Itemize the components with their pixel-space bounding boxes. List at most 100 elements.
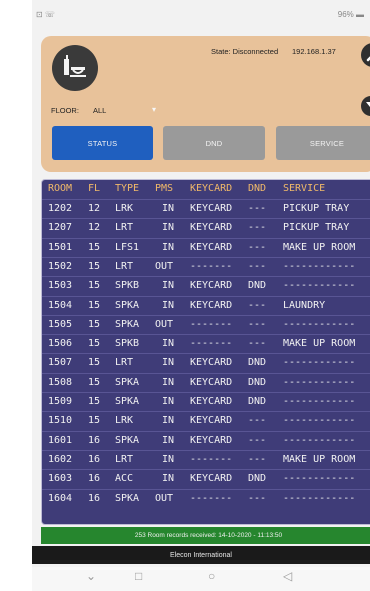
back-triangle-icon[interactable]: ◁ [283, 569, 292, 583]
cell-service: ------------ [283, 492, 356, 504]
cell-room: 1202 [48, 203, 73, 214]
cell-type: LRT [115, 357, 134, 369]
cell-keycard: KEYCARD [190, 415, 233, 427]
table-row[interactable]: 1507 15 LRT IN KEYCARD DND ------------ [42, 353, 370, 372]
cell-pms: OUT [155, 260, 174, 272]
cell-floor: 15 [88, 260, 101, 272]
home-circle-icon[interactable]: ○ [208, 569, 215, 583]
table-row[interactable]: 1502 15 LRT OUT ------- --- ------------ [42, 256, 370, 276]
cell-service: ------------ [283, 318, 356, 330]
cell-dnd: --- [248, 415, 267, 427]
cell-keycard: KEYCARD [190, 434, 233, 446]
cell-keycard: ------- [190, 260, 233, 272]
cell-keycard: KEYCARD [190, 222, 233, 234]
cell-dnd: --- [248, 492, 267, 504]
cell-room: 1506 [48, 338, 73, 350]
cell-pms: IN [162, 453, 175, 465]
cell-floor: 16 [88, 453, 101, 465]
cell-service: ------------ [283, 396, 356, 407]
cell-service: ------------ [283, 473, 356, 485]
filter-icon[interactable] [361, 96, 370, 116]
cell-service: ------------ [283, 280, 356, 292]
settings-wrench-icon[interactable] [361, 43, 370, 67]
cell-room: 1501 [48, 241, 73, 253]
table-row[interactable]: 1602 16 LRT IN ------- --- MAKE UP ROOM [42, 449, 370, 469]
table-row[interactable]: 1207 12 LRT IN KEYCARD --- PICKUP TRAY [42, 218, 370, 237]
cell-service: LAUNDRY [283, 299, 326, 311]
nav-down-icon[interactable]: ⌄ [86, 569, 96, 583]
table-row[interactable]: 1503 15 SPKB IN KEYCARD DND ------------ [42, 276, 370, 295]
table-row[interactable]: 1504 15 SPKA IN KEYCARD --- LAUNDRY [42, 295, 370, 315]
cell-room: 1508 [48, 376, 73, 388]
cell-room: 1510 [48, 415, 73, 427]
cell-pms: IN [162, 415, 175, 427]
cell-keycard: KEYCARD [190, 473, 233, 485]
cell-service: ------------ [283, 415, 356, 427]
cell-type: LRT [115, 260, 134, 272]
cell-service: MAKE UP ROOM [283, 241, 356, 253]
cell-pms: IN [162, 280, 175, 292]
status-button[interactable]: STATUS [52, 126, 153, 160]
android-nav-bar: ⌄ □ ○ ◁ [32, 567, 370, 591]
cell-service: ------------ [283, 357, 356, 369]
column-header-floor: FL [88, 183, 101, 194]
table-row[interactable]: 1604 16 SPKA OUT ------- --- ------------ [42, 488, 370, 508]
cell-service: ------------ [283, 434, 356, 446]
cell-type: LRK [115, 203, 134, 214]
cell-type: LRT [115, 222, 134, 234]
control-panel: State: Disconnected 192.168.1.37 FLOOR: … [41, 36, 370, 172]
cell-room: 1503 [48, 280, 73, 292]
cell-keycard: ------- [190, 338, 233, 350]
cell-keycard: KEYCARD [190, 299, 233, 311]
cell-room: 1601 [48, 434, 73, 446]
cell-floor: 15 [88, 241, 101, 253]
cell-keycard: KEYCARD [190, 376, 233, 388]
table-row[interactable]: 1505 15 SPKA OUT ------- --- ------------ [42, 314, 370, 334]
cell-dnd: DND [248, 357, 267, 369]
cell-keycard: KEYCARD [190, 396, 233, 407]
cell-dnd: DND [248, 376, 267, 388]
floor-label: FLOOR: [51, 106, 79, 115]
cell-dnd: DND [248, 396, 267, 407]
cell-floor: 15 [88, 338, 101, 350]
device-screen: ⊡ ☏ 96% ▬ State: Disconnected 192.168.1.… [32, 0, 370, 591]
cell-room: 1505 [48, 318, 73, 330]
cell-pms: IN [162, 473, 175, 485]
cell-service: PICKUP TRAY [283, 203, 350, 214]
cell-type: SPKA [115, 396, 140, 407]
column-header-keycard: KEYCARD [190, 183, 233, 194]
cell-keycard: KEYCARD [190, 203, 233, 214]
chevron-down-icon[interactable]: ▾ [152, 105, 156, 114]
cell-dnd: --- [248, 260, 267, 272]
cell-room: 1207 [48, 222, 73, 234]
table-row[interactable]: 1501 15 LFS1 IN KEYCARD --- MAKE UP ROOM [42, 237, 370, 257]
table-row[interactable]: 1508 15 SPKA IN KEYCARD DND ------------ [42, 372, 370, 392]
table-row[interactable]: 1509 15 SPKA IN KEYCARD DND ------------ [42, 392, 370, 411]
cell-keycard: KEYCARD [190, 280, 233, 292]
cell-floor: 16 [88, 492, 101, 504]
cell-room: 1604 [48, 492, 73, 504]
cell-floor: 15 [88, 415, 101, 427]
floor-select[interactable]: ALL [93, 106, 106, 115]
service-button[interactable]: SERVICE [276, 126, 370, 160]
cell-floor: 15 [88, 318, 101, 330]
table-row[interactable]: 1510 15 LRK IN KEYCARD --- ------------ [42, 411, 370, 430]
table-row[interactable]: 1202 12 LRK IN KEYCARD --- PICKUP TRAY [42, 199, 370, 218]
cell-floor: 15 [88, 396, 101, 407]
dnd-button[interactable]: DND [163, 126, 265, 160]
cell-dnd: --- [248, 241, 267, 253]
cell-pms: IN [162, 376, 175, 388]
cell-dnd: --- [248, 203, 267, 214]
cell-floor: 15 [88, 280, 101, 292]
table-row[interactable]: 1601 16 SPKA IN KEYCARD --- ------------ [42, 430, 370, 450]
table-header: ROOM FL TYPE PMS KEYCARD DND SERVICE [42, 180, 370, 199]
cell-service: PICKUP TRAY [283, 222, 350, 234]
cell-type: SPKA [115, 492, 140, 504]
cell-pms: IN [162, 338, 175, 350]
table-row[interactable]: 1603 16 ACC IN KEYCARD DND ------------ [42, 469, 370, 488]
cell-type: SPKA [115, 376, 140, 388]
recents-square-icon[interactable]: □ [135, 569, 142, 583]
cell-pms: OUT [155, 318, 174, 330]
table-row[interactable]: 1506 15 SPKB IN ------- --- MAKE UP ROOM [42, 334, 370, 353]
records-status-bar: 253 Room records received: 14-10-2020 - … [41, 527, 370, 544]
